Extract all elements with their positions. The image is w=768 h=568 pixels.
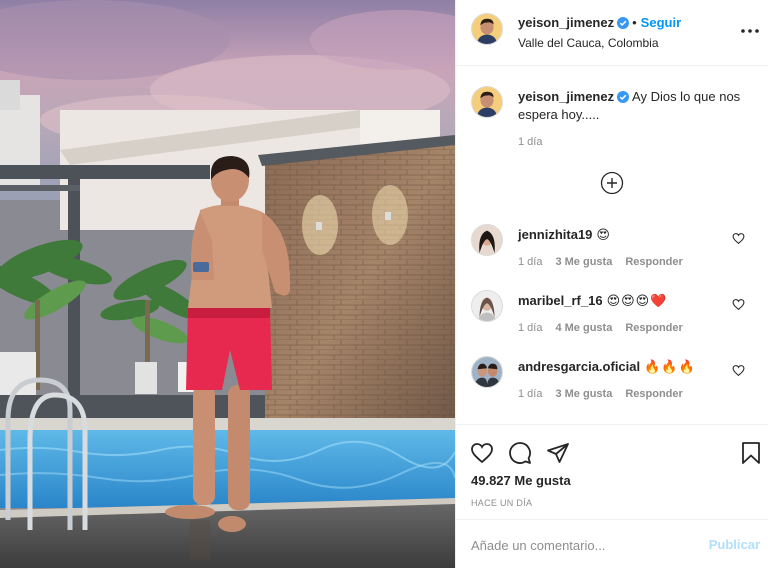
comment-item: andresgarcia.oficial 🔥🔥🔥 1 día 3 Me gusta R… (456, 355, 768, 415)
post-author-username[interactable]: yeison_jimenez (518, 15, 614, 30)
comment-username[interactable]: maribel_rf_16 (518, 293, 603, 308)
comment-username[interactable]: jennizhita19 (518, 227, 592, 242)
comment-body: 😍😍😍❤️ (606, 293, 668, 308)
comment-meta: 1 día 4 Me gusta Responder (518, 322, 696, 334)
heart-icon[interactable] (732, 232, 745, 245)
post-photo[interactable] (0, 0, 455, 568)
likes-count[interactable]: 49.827 Me gusta (471, 473, 571, 488)
comment-body: 🔥🔥🔥 (644, 359, 696, 374)
comment-item: maribel_rf_16 😍😍😍❤️ 1 día 4 Me gusta Respon… (456, 289, 768, 349)
comment-username[interactable]: andresgarcia.oficial (518, 359, 640, 374)
comment-icon[interactable] (508, 441, 532, 465)
separator-dot: • (632, 15, 637, 30)
more-options-icon[interactable] (739, 21, 761, 41)
caption-username[interactable]: yeison_jimenez (518, 89, 614, 104)
comment-likes[interactable]: 3 Me gusta (555, 256, 612, 268)
publish-button[interactable]: Publicar (709, 537, 760, 552)
plus-circle-icon[interactable] (600, 171, 624, 195)
caption-timestamp[interactable]: 1 día (518, 136, 542, 148)
post-header: yeison_jimenez • Seguir Valle del Cauca, C… (456, 0, 768, 66)
comment-likes[interactable]: 4 Me gusta (555, 322, 612, 334)
avatar[interactable] (471, 290, 503, 322)
reply-button[interactable]: Responder (625, 322, 682, 334)
post-actions: 49.827 Me gusta Hace un día (456, 424, 768, 520)
header-user-line: yeison_jimenez • Seguir (518, 15, 681, 30)
heart-icon[interactable] (732, 298, 745, 311)
comment-text: andresgarcia.oficial 🔥🔥🔥 (518, 359, 696, 375)
verified-badge-icon (617, 17, 630, 29)
add-comment-form: Publicar (456, 519, 768, 568)
comment-text: jennizhita19 😍 (518, 227, 611, 243)
avatar[interactable] (471, 224, 503, 256)
avatar[interactable] (471, 86, 503, 118)
comment-likes[interactable]: 3 Me gusta (555, 388, 612, 400)
comment-time[interactable]: 1 día (518, 322, 542, 334)
comment-body: 😍 (596, 227, 611, 242)
comment-time[interactable]: 1 día (518, 388, 542, 400)
reply-button[interactable]: Responder (625, 256, 682, 268)
send-icon[interactable] (546, 441, 570, 465)
instagram-post: yeison_jimenez • Seguir Valle del Cauca, C… (0, 0, 768, 568)
post-image (0, 0, 455, 568)
post-timestamp[interactable]: Hace un día (471, 498, 532, 508)
avatar[interactable] (471, 356, 503, 388)
comments-list[interactable]: jennizhita19 😍 1 día 3 Me gusta Responder m… (456, 223, 768, 423)
comment-text: maribel_rf_16 😍😍😍❤️ (518, 293, 667, 309)
heart-icon[interactable] (470, 441, 494, 465)
reply-button[interactable]: Responder (625, 388, 682, 400)
follow-button[interactable]: Seguir (641, 15, 681, 30)
avatar[interactable] (471, 13, 503, 45)
bookmark-icon[interactable] (739, 441, 763, 465)
verified-badge-icon (617, 91, 630, 103)
caption-text: yeison_jimenez Ay Dios lo que nos espera… (518, 88, 758, 124)
location-link[interactable]: Valle del Cauca, Colombia (518, 36, 659, 50)
comment-meta: 1 día 3 Me gusta Responder (518, 256, 696, 268)
comment-item: jennizhita19 😍 1 día 3 Me gusta Responder (456, 223, 768, 283)
comment-meta: 1 día 3 Me gusta Responder (518, 388, 696, 400)
comment-input[interactable] (471, 535, 691, 555)
post-panel: yeison_jimenez • Seguir Valle del Cauca, C… (455, 0, 768, 568)
comment-time[interactable]: 1 día (518, 256, 542, 268)
heart-icon[interactable] (732, 364, 745, 377)
